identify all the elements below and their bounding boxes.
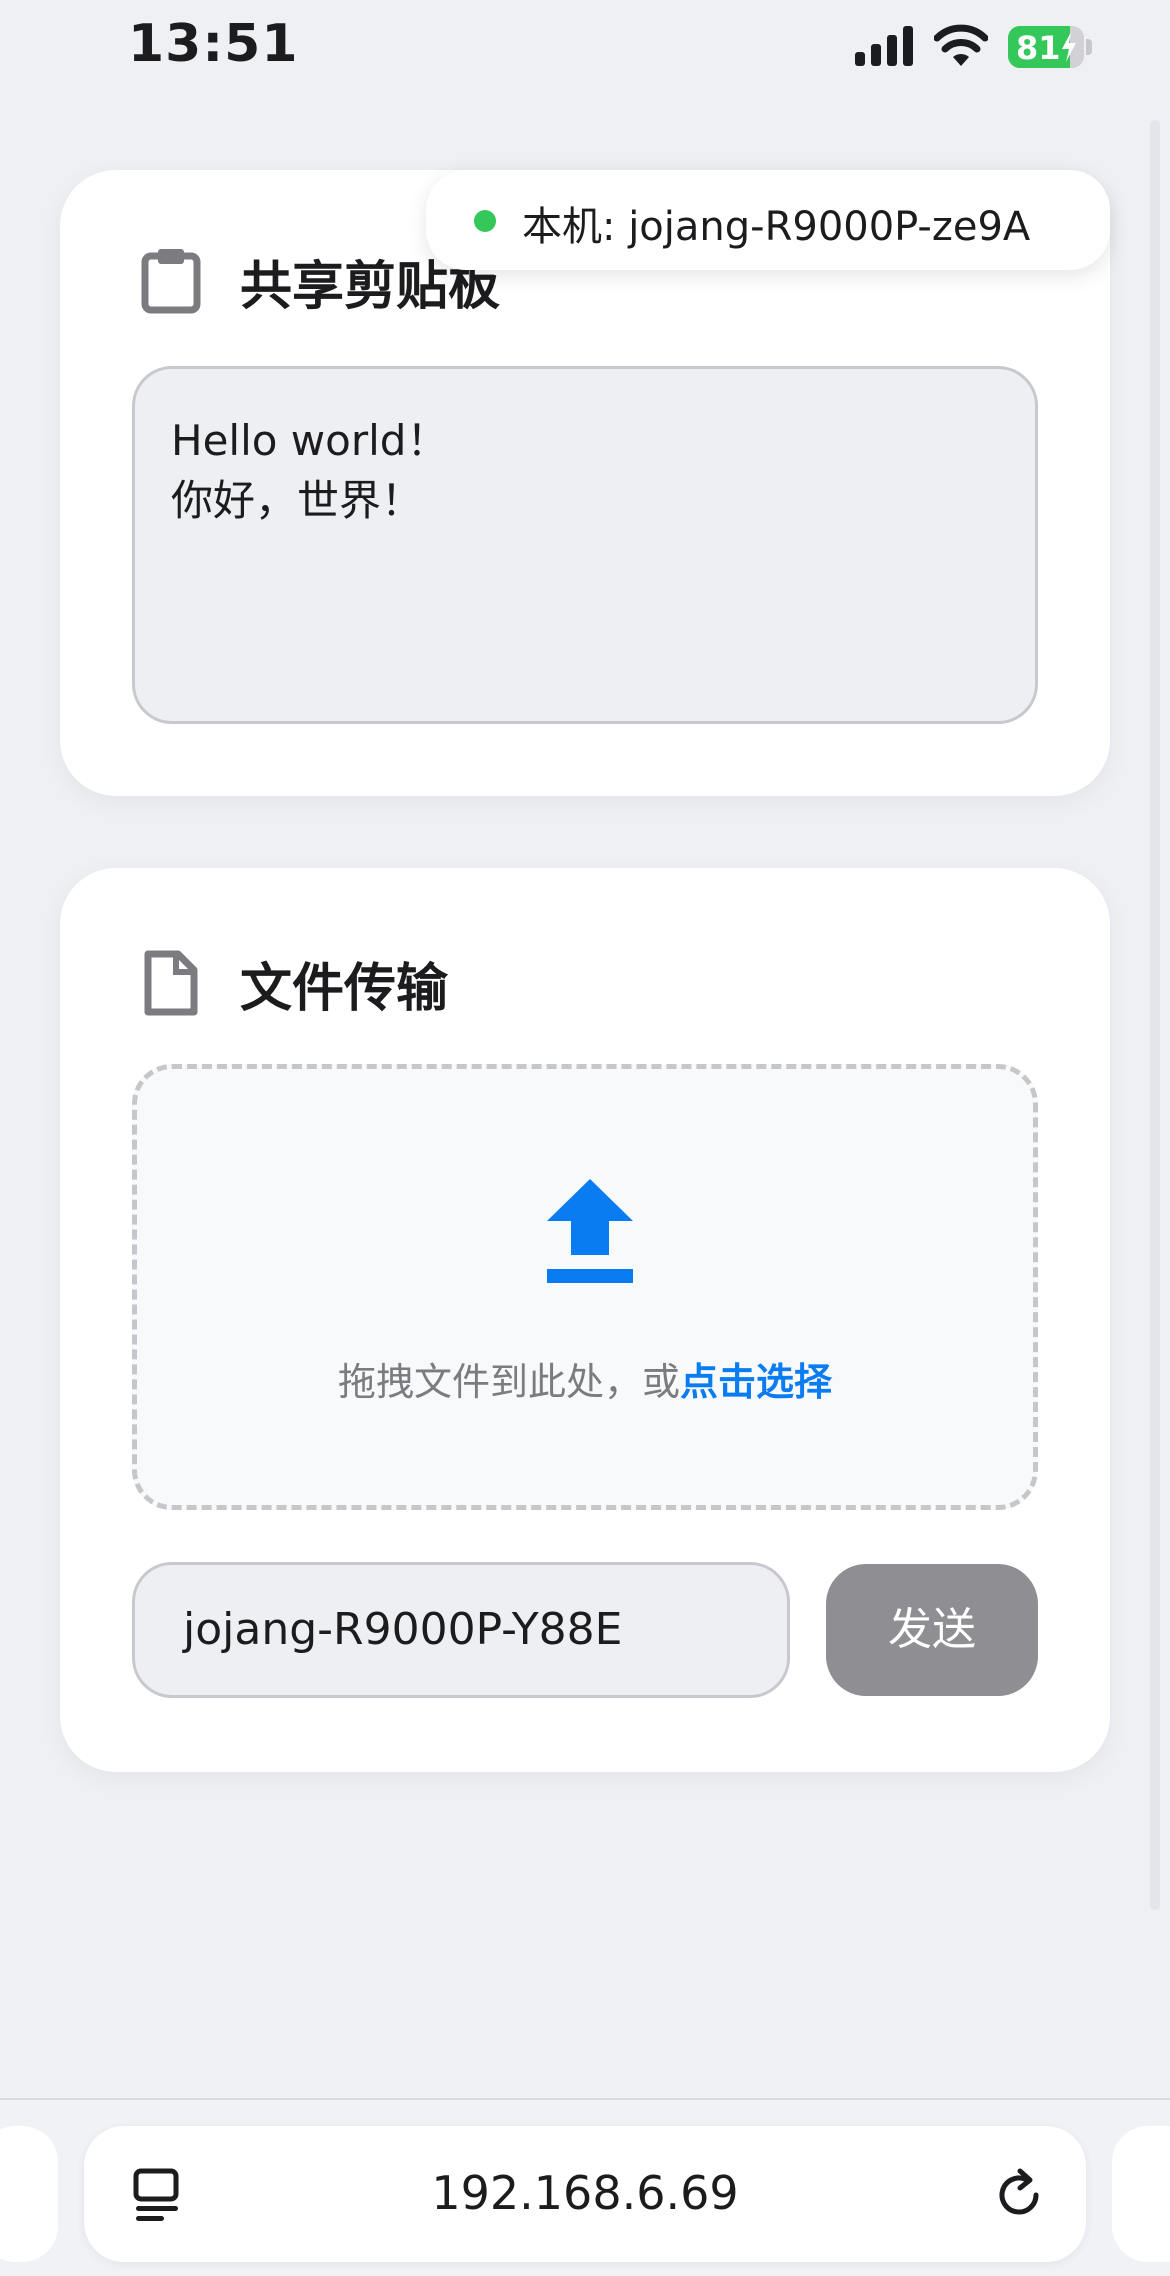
reload-icon[interactable] xyxy=(992,2168,1046,2222)
target-device-input[interactable]: jojang-R9000P-Y88E xyxy=(132,1562,790,1698)
battery-charging-icon: 81 xyxy=(1008,26,1092,68)
drop-hint: 拖拽文件到此处，或点击选择 xyxy=(137,1351,1033,1406)
signal-icon xyxy=(855,26,913,66)
browser-bottom-bar: 192.168.6.69 xyxy=(0,2098,1170,2276)
choose-file-link[interactable]: 点击选择 xyxy=(680,1360,832,1404)
status-bar: 13:51 81 xyxy=(0,0,1170,100)
device-badge: 本机: jojang-R9000P-ze9A xyxy=(426,170,1110,270)
next-tab[interactable] xyxy=(1112,2126,1170,2262)
file-icon xyxy=(144,950,198,1016)
bolt-icon xyxy=(1062,32,1076,62)
wifi-icon xyxy=(934,24,988,66)
previous-tab[interactable] xyxy=(0,2126,58,2262)
status-time: 13:51 xyxy=(128,14,299,74)
upload-icon xyxy=(547,1179,633,1283)
drop-text: 拖拽文件到此处，或 xyxy=(337,1360,680,1404)
online-status-dot xyxy=(474,210,496,232)
scrollbar[interactable] xyxy=(1150,120,1160,1910)
file-transfer-card: 文件传输 拖拽文件到此处，或点击选择 jojang-R9000P-Y88E 发送 xyxy=(60,868,1110,1772)
clipboard-icon xyxy=(141,249,201,314)
url-text: 192.168.6.69 xyxy=(431,2166,739,2220)
address-bar[interactable]: 192.168.6.69 xyxy=(84,2126,1086,2262)
send-button[interactable]: 发送 xyxy=(826,1564,1038,1696)
clipboard-textarea[interactable]: Hello world！ 你好，世界！ xyxy=(132,366,1038,724)
file-transfer-title: 文件传输 xyxy=(240,959,449,1019)
file-drop-zone[interactable]: 拖拽文件到此处，或点击选择 xyxy=(132,1064,1038,1510)
device-name: 本机: jojang-R9000P-ze9A xyxy=(522,204,1031,250)
